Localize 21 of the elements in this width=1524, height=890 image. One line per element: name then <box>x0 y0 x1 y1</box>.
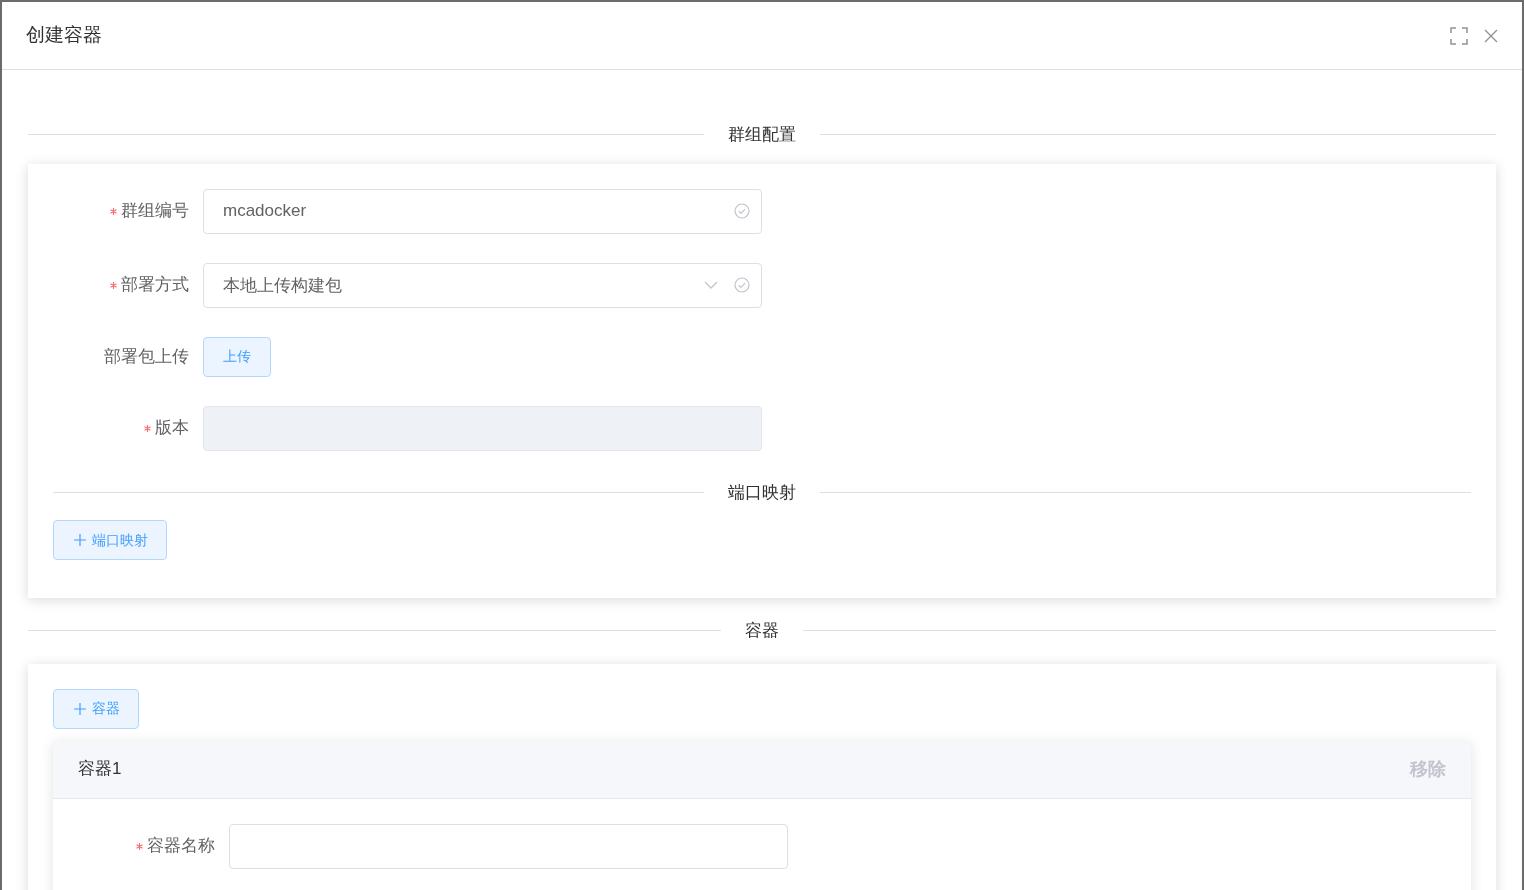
close-icon[interactable] <box>1484 28 1498 43</box>
section-title: 容器 <box>744 620 780 642</box>
section-title: 端口映射 <box>727 481 797 504</box>
plus-icon <box>74 534 86 546</box>
caret-icon <box>704 281 718 289</box>
field-label: 容器名称 <box>147 835 215 858</box>
fullscreen-icon[interactable] <box>1450 26 1468 45</box>
input-field[interactable]: mcadocker <box>203 188 762 234</box>
section-title: 群组配置 <box>727 124 797 146</box>
field-label: 部署方式 <box>121 274 189 297</box>
add-container-button[interactable]: 容器 <box>53 688 139 729</box>
upload-button[interactable]: 上传 <box>203 336 271 377</box>
field-label: 版本 <box>155 417 189 440</box>
select-field[interactable]: 本地上传构建包 <box>203 262 762 308</box>
container-title: 容器1 <box>78 758 122 781</box>
plus-icon <box>74 702 86 715</box>
field-label: 群组编号 <box>121 200 189 223</box>
input-field[interactable] <box>229 823 788 869</box>
dialog-title: 创建容器 <box>26 23 102 48</box>
field-label: 部署包上传 <box>104 345 189 368</box>
add-port-button[interactable]: 端口映射 <box>53 520 167 560</box>
